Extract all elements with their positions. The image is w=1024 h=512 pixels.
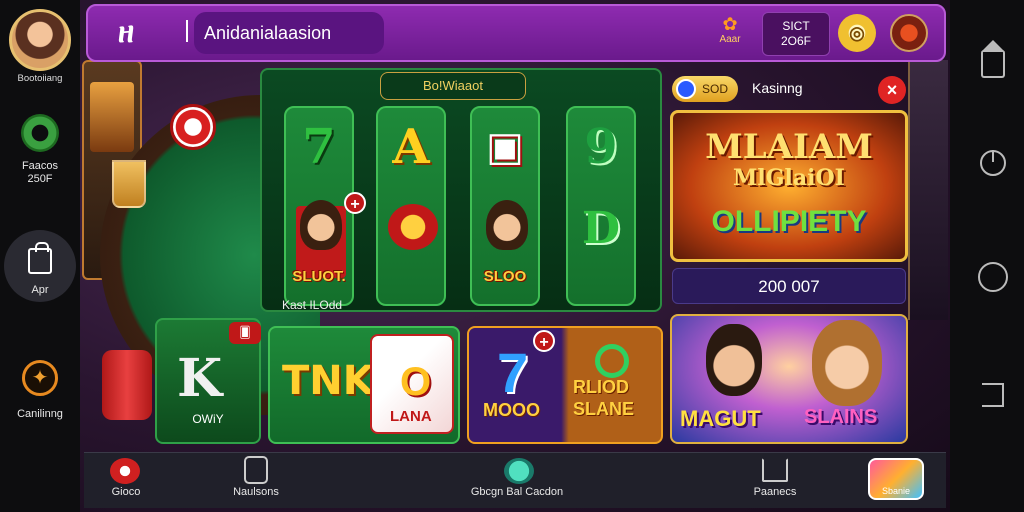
sidebar-item-label: Faacos (21, 160, 59, 172)
chip-stack-decoration (102, 350, 152, 420)
card-badge-icon: 🂠 (229, 322, 261, 344)
promo-label-right: SLAINS (804, 406, 878, 428)
game-tile-slot-card[interactable]: ▣ SLOO (470, 106, 540, 306)
tile-symbol: A (392, 119, 430, 175)
tile-symbol: 7 (302, 119, 336, 175)
home-icon[interactable] (762, 458, 788, 482)
section-title: Kasinng (752, 80, 803, 96)
title-divider (186, 20, 188, 42)
balance-box[interactable]: SICT 2O6F (762, 12, 830, 56)
slot-machine-decoration-right (908, 60, 948, 320)
sidebar-item-faacos[interactable]: Faacos 250F (0, 160, 80, 186)
bottom-nav-naulsons[interactable]: Naulsons (222, 486, 290, 498)
jackpot-banner[interactable]: MLAIAM MlGlaiOI OLLIPIETY (670, 110, 908, 262)
tile-symbol: 9 (584, 119, 618, 175)
bag-icon (28, 242, 52, 274)
flower-icon: ✿ (722, 14, 738, 34)
power-icon[interactable] (980, 150, 1006, 176)
tile-symbol: 7 (497, 341, 529, 404)
panel-caption: Kast ILOdd (282, 298, 343, 312)
game-tile-slot-9[interactable]: 9 D (566, 106, 636, 306)
tile-label-left: MOOO (483, 400, 540, 420)
nav-back-icon[interactable] (982, 383, 1004, 407)
chip-icon[interactable] (110, 458, 140, 484)
bottom-nav-center[interactable]: Gbcgn Bal Cacdon (452, 486, 582, 498)
bonus-stat-label: Aaar (719, 34, 741, 45)
balance-line-1: SICT (782, 19, 810, 33)
nav-home-icon[interactable] (978, 262, 1008, 292)
sidebar-item-canilinng[interactable]: Canilinng (0, 408, 80, 421)
coin-balance-pill[interactable]: SOD (672, 76, 738, 102)
store-button[interactable]: Sbanie (868, 458, 924, 500)
tile-label: OWiY (192, 412, 224, 426)
tile-symbol: K (177, 348, 223, 409)
tile-symbol: TNK (282, 358, 374, 404)
gift-wheel-icon[interactable] (890, 14, 928, 52)
banner-line-3: OLLIPIETY (711, 205, 867, 238)
bottom-nav-paanecs[interactable]: Paanecs (740, 486, 810, 498)
tile-label: LANA (390, 408, 432, 425)
add-icon[interactable]: + (533, 330, 555, 352)
trophy-icon (388, 204, 438, 250)
tile-label-right-line1: RLIOD (573, 377, 629, 397)
phone-icon[interactable] (244, 456, 268, 484)
gear-icon[interactable] (21, 114, 59, 152)
tile-label-right: RLIOD SLANE (573, 376, 634, 420)
promo-label-left: MAGUT (680, 406, 761, 431)
tile-label-right-line2: SLANE (573, 399, 635, 419)
game-tile-slot-a[interactable]: A (376, 106, 446, 306)
drink-glass-decoration (112, 160, 146, 208)
roulette-chip-decoration (170, 104, 216, 150)
banner-line-1: MLAIAM (705, 127, 873, 167)
ring-icon (595, 344, 629, 378)
game-tile-lana[interactable]: TNK O LANA (268, 326, 460, 444)
game-tile-mood[interactable]: 7 MOOO RLIOD SLANE + (467, 326, 663, 444)
sidebar-item-label: Apr (31, 284, 49, 296)
promo-card[interactable]: MAGUT SLAINS (670, 314, 908, 444)
male-character-image (706, 324, 762, 396)
female-character-image (812, 320, 882, 406)
tile-label: SLUOT. (292, 268, 346, 285)
jackpot-amount: 200 007 (672, 268, 906, 304)
sidebar-item-sub: 250F (27, 173, 53, 185)
character-face (300, 200, 342, 250)
app-logo-icon[interactable]: ዘ (108, 16, 144, 50)
close-button[interactable]: × (878, 76, 906, 104)
balance-line-2: 2O6F (780, 34, 811, 48)
add-icon[interactable]: + (344, 192, 366, 214)
store-label: Sbanie (881, 486, 911, 496)
bonus-stat[interactable]: ✿ Aaar (713, 14, 747, 46)
profile-name: Bootoiiang (17, 73, 63, 84)
page-title[interactable]: Anidanialaasion (194, 12, 384, 54)
bottom-nav-gioco[interactable]: Gioco (100, 486, 152, 498)
coin-icon[interactable]: ◎ (838, 14, 876, 52)
tile-symbol-o: O (400, 360, 432, 404)
character-face (486, 200, 528, 250)
coin-amount: SOD (702, 82, 729, 96)
tile-symbol-secondary: D (581, 203, 621, 254)
game-tile-k[interactable]: K OWiY 🂠 (155, 318, 261, 444)
nav-home-shape-icon[interactable] (981, 40, 1005, 78)
bird-icon[interactable] (504, 458, 534, 484)
banner-line-2: MlGlaiOI (733, 165, 845, 191)
leaf-icon[interactable]: ✦ (22, 360, 58, 396)
tile-symbol: ▣ (486, 123, 524, 170)
coin-icon (676, 79, 696, 99)
avatar[interactable] (9, 9, 71, 71)
panel-header[interactable]: Bo!Wiaaot (380, 72, 526, 100)
tile-label: SLOO (483, 268, 527, 285)
